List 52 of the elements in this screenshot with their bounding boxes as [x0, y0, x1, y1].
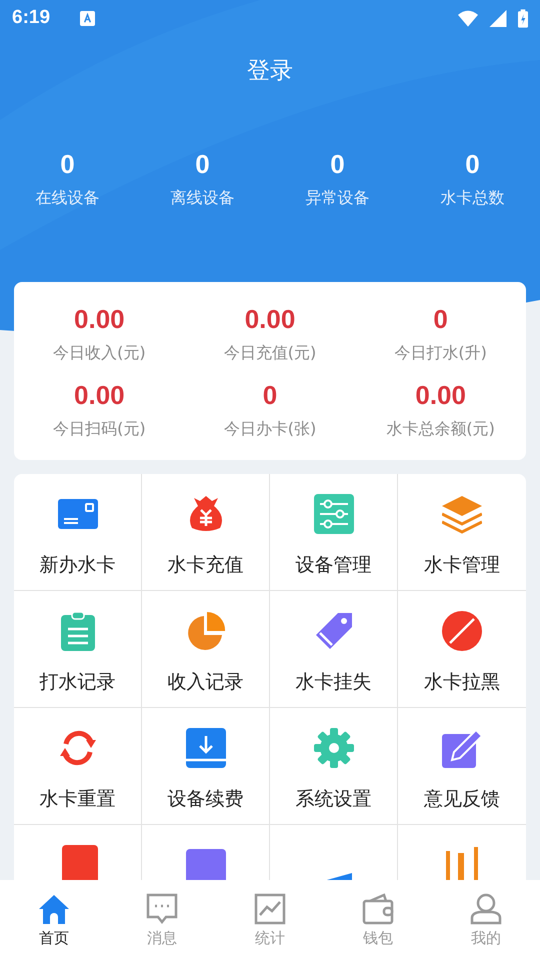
function-tile[interactable]: 意见反馈 — [398, 708, 526, 825]
function-tile[interactable]: 水卡挂失 — [270, 591, 398, 708]
function-tile[interactable]: 设备管理 — [270, 474, 398, 591]
function-tile[interactable]: 水卡拉黑 — [398, 591, 526, 708]
stat-label: 异常设备 — [306, 188, 370, 209]
function-tile[interactable]: 水卡重置 — [14, 708, 142, 825]
stat-label: 今日充值(元) — [224, 343, 316, 364]
stat-label: 今日扫码(元) — [53, 419, 146, 440]
stat-label: 在线设备 — [36, 188, 100, 209]
function-tile[interactable]: 新办水卡 — [14, 474, 142, 591]
person-icon — [470, 892, 502, 924]
stat-value: 0.00 — [74, 304, 125, 335]
stat-value: 0.00 — [74, 380, 125, 411]
stat-value: 0 — [465, 149, 480, 180]
wifi-icon — [458, 10, 478, 26]
stat-label: 今日打水(升) — [394, 343, 487, 364]
function-tile[interactable]: 收入记录 — [142, 591, 270, 708]
sliders-icon — [314, 494, 354, 534]
stat-label: 水卡总数 — [440, 188, 504, 209]
signal-icon — [488, 10, 508, 26]
message-icon — [146, 892, 178, 924]
stat-value: 0 — [60, 149, 75, 180]
forbidden-icon — [442, 611, 482, 651]
gear-icon — [314, 728, 354, 768]
stat-label: 今日办卡(张) — [224, 419, 316, 440]
chart-icon — [254, 892, 286, 924]
tab-item[interactable]: 首页 — [0, 880, 108, 960]
page-title: 登录 — [246, 57, 294, 86]
stat-value: 0 — [330, 149, 345, 180]
wallet-icon — [362, 892, 394, 924]
tag-icon — [314, 611, 354, 651]
home-icon — [38, 892, 70, 924]
stat-value: 0 — [262, 380, 278, 411]
stat-label: 离线设备 — [170, 188, 234, 209]
stat-value: 0 — [433, 304, 448, 335]
keyboard-icon — [80, 10, 96, 26]
stat-label: 今日收入(元) — [53, 343, 146, 364]
function-tile[interactable]: 水卡管理 — [398, 474, 526, 591]
stat-value: 0.00 — [244, 304, 296, 335]
function-tile[interactable]: 设备续费 — [142, 708, 270, 825]
layers-icon — [442, 494, 482, 534]
download-icon — [186, 728, 226, 768]
status-time: 6:19 — [12, 7, 50, 29]
function-tile[interactable]: 系统设置 — [270, 708, 398, 825]
refresh-icon — [58, 728, 98, 768]
stat-label: 水卡总余额(元) — [386, 419, 495, 440]
stat-value: 0.00 — [415, 380, 466, 411]
battery-icon — [518, 8, 528, 28]
function-tile[interactable]: 打水记录 — [14, 591, 142, 708]
pie-chart-icon — [186, 611, 226, 651]
stat-value: 0 — [195, 149, 210, 180]
function-tile[interactable]: 水卡充值 — [142, 474, 270, 591]
